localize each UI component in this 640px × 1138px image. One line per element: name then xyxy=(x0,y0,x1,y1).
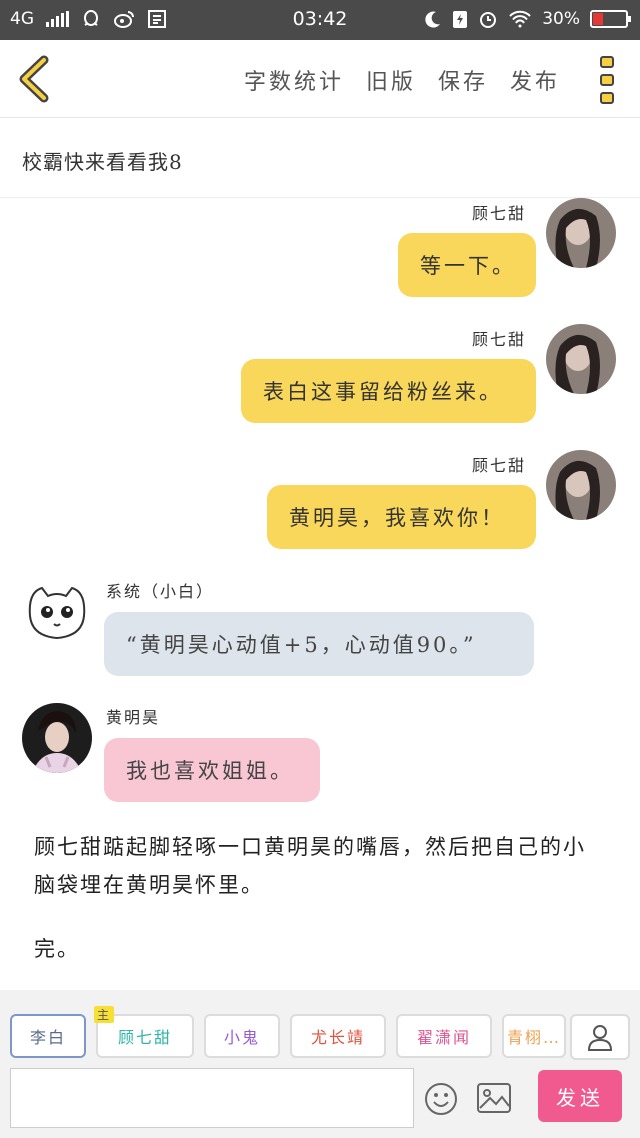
chat-bubble[interactable]: “黄明昊心动值+5，心动值90。” xyxy=(104,612,534,676)
message-input[interactable] xyxy=(10,1068,414,1128)
battery-percent: 30% xyxy=(542,9,580,29)
character-chip[interactable]: 主 顾七甜 xyxy=(94,1006,194,1058)
narration-paragraph[interactable]: 顾七甜踮起脚轻啄一口黄明昊的嘴唇，然后把自己的小脑袋埋在黄明昊怀里。 xyxy=(34,828,604,904)
character-selector: 李白 主 顾七甜 小鬼 尤长靖 翟潇闻 青栩… xyxy=(10,1006,566,1058)
editor-toolbar: 字数统计 旧版 保存 发布 xyxy=(0,40,640,118)
toolbar-actions: 字数统计 旧版 保存 发布 xyxy=(244,64,560,96)
character-chip-label: 青栩… xyxy=(506,1028,561,1047)
alarm-icon xyxy=(480,12,497,28)
avatar[interactable] xyxy=(22,703,92,773)
avatar[interactable] xyxy=(546,450,616,520)
battery-icon xyxy=(590,10,631,28)
message-sender-name: 黄明昊 xyxy=(106,708,161,727)
character-chip-label: 翟潇闻 xyxy=(416,1028,471,1047)
chat-bubble[interactable]: 我也喜欢姐姐。 xyxy=(104,738,320,802)
avatar[interactable] xyxy=(22,578,92,648)
chapter-title: 校霸快来看看我8 xyxy=(22,150,183,174)
character-chip-label: 尤长靖 xyxy=(310,1028,365,1047)
character-chip[interactable]: 李白 xyxy=(10,1014,86,1058)
character-chip[interactable]: 尤长靖 xyxy=(290,1014,386,1058)
chapter-title-row[interactable]: 校霸快来看看我8 xyxy=(0,118,640,198)
more-menu-icon[interactable] xyxy=(600,56,614,104)
user-icon xyxy=(587,1025,613,1051)
message-sender-name: 顾七甜 xyxy=(472,330,527,349)
message-sender-name: 系统（小白） xyxy=(106,582,215,601)
character-chip-label: 顾七甜 xyxy=(117,1028,172,1047)
word-count-button[interactable]: 字数统计 xyxy=(244,64,344,96)
chat-bubble[interactable]: 等一下。 xyxy=(398,233,536,297)
moon-icon xyxy=(425,11,441,28)
character-chip[interactable]: 青栩… xyxy=(502,1014,566,1058)
chat-bubble[interactable]: 表白这事留给粉丝来。 xyxy=(241,359,536,423)
avatar[interactable] xyxy=(546,324,616,394)
narration-paragraph[interactable]: 完。 xyxy=(34,930,604,968)
save-button[interactable]: 保存 xyxy=(438,64,488,96)
send-button[interactable]: 发送 xyxy=(538,1070,622,1122)
wifi-icon xyxy=(509,10,531,28)
avatar[interactable] xyxy=(546,198,616,268)
character-chip-label: 小鬼 xyxy=(223,1028,260,1047)
character-chip[interactable]: 翟潇闻 xyxy=(396,1014,492,1058)
composer-panel: 李白 主 顾七甜 小鬼 尤长靖 翟潇闻 青栩… 发送 xyxy=(0,990,640,1138)
chat-bubble[interactable]: 黄明昊，我喜欢你！ xyxy=(267,485,536,549)
main-role-tag: 主 xyxy=(94,1006,115,1023)
back-icon[interactable] xyxy=(14,54,58,104)
emoji-icon[interactable] xyxy=(424,1082,458,1116)
charging-icon xyxy=(453,11,468,28)
image-icon[interactable] xyxy=(476,1082,512,1114)
status-bar: 4G 03:42 30% xyxy=(0,0,640,40)
character-chip[interactable]: 小鬼 xyxy=(204,1014,280,1058)
publish-button[interactable]: 发布 xyxy=(510,64,560,96)
old-version-button[interactable]: 旧版 xyxy=(366,64,416,96)
character-chip-label: 李白 xyxy=(29,1028,66,1047)
message-sender-name: 顾七甜 xyxy=(472,456,527,475)
add-character-button[interactable] xyxy=(570,1014,630,1060)
message-sender-name: 顾七甜 xyxy=(472,204,527,223)
